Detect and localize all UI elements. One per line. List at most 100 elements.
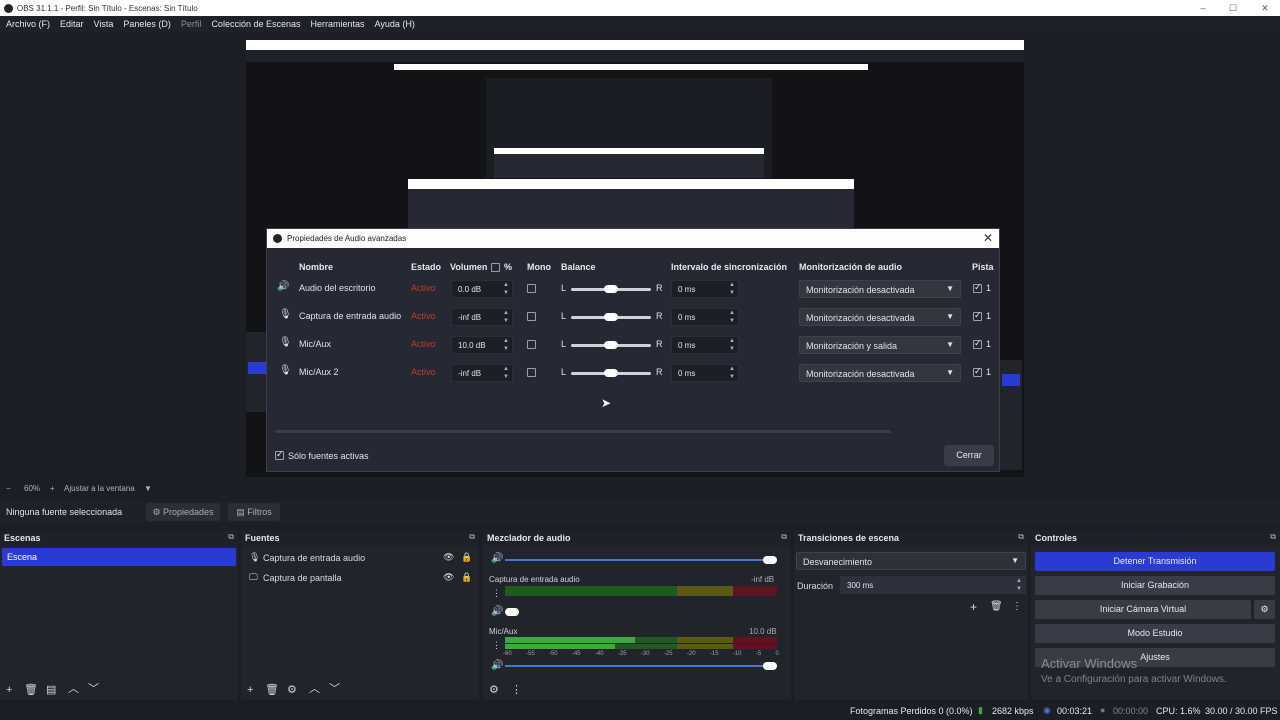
minimize-button[interactable]: –	[1188, 0, 1218, 16]
mono-checkbox[interactable]	[527, 312, 536, 321]
add-icon[interactable]: +	[970, 600, 977, 614]
monitoring-select[interactable]: Monitorización desactivada ▼	[799, 308, 961, 326]
spin-arrows-icon[interactable]: ▲ ▼	[1016, 577, 1022, 593]
menu-herramientas[interactable]: Herramientas	[311, 19, 365, 29]
trash-icon[interactable]: 🗑	[24, 683, 38, 696]
undock-icon[interactable]: ⧉	[1018, 532, 1024, 542]
speaker-icon[interactable]: 🔊	[491, 606, 503, 617]
eye-icon[interactable]: 👁	[443, 572, 454, 583]
menu-editar[interactable]: Editar	[60, 19, 84, 29]
spin-arrows-icon[interactable]: ▲ ▼	[729, 365, 735, 381]
studio-mode-button[interactable]: Modo Estudio	[1035, 624, 1275, 643]
active-only-checkbox[interactable]	[275, 449, 284, 460]
monitoring-select[interactable]: Monitorización desactivada ▼	[799, 364, 961, 382]
mono-checkbox[interactable]	[527, 284, 536, 293]
zoom-fit-select[interactable]: Ajustar a la ventana	[64, 484, 135, 493]
volume-slider[interactable]	[505, 665, 775, 667]
add-icon[interactable]: +	[6, 684, 12, 696]
start-recording-button[interactable]: Iniciar Grabación	[1035, 576, 1275, 595]
move-down-icon[interactable]: ﹀	[329, 680, 340, 696]
spin-arrows-icon[interactable]: ▲ ▼	[503, 309, 509, 325]
undock-icon[interactable]: ⧉	[228, 532, 234, 542]
kebab-menu-icon[interactable]: ⋮	[492, 588, 501, 599]
sync-spinbox[interactable]: 0 ms ▲ ▼	[671, 280, 739, 298]
balance-thumb[interactable]	[604, 285, 618, 293]
track-label: 1	[986, 283, 992, 293]
zoom-out-button[interactable]: −	[6, 484, 11, 493]
track-checkbox[interactable]	[973, 366, 982, 377]
balance-thumb[interactable]	[604, 341, 618, 349]
menu-paneles[interactable]: Paneles (D)	[123, 19, 171, 29]
sync-spinbox[interactable]: 0 ms ▲ ▼	[671, 336, 739, 354]
menu-ayuda[interactable]: Ayuda (H)	[375, 19, 415, 29]
mono-checkbox[interactable]	[527, 368, 536, 377]
source-item[interactable]: 🖵 Captura de pantalla 👁 🔒	[245, 570, 475, 588]
close-window-button[interactable]: ✕	[1250, 0, 1280, 16]
volume-slider[interactable]	[505, 559, 775, 561]
virtual-camera-settings-icon[interactable]: ⚙	[1254, 600, 1275, 619]
properties-button[interactable]: ⚙ Propiedades	[146, 503, 220, 521]
kebab-menu-icon[interactable]: ⋮	[492, 640, 501, 651]
spin-arrows-icon[interactable]: ▲ ▼	[729, 309, 735, 325]
spin-arrows-icon[interactable]: ▲ ▼	[729, 337, 735, 353]
dialog-close-icon[interactable]: ✕	[983, 231, 993, 245]
volume-spinbox[interactable]: -inf dB ▲ ▼	[451, 308, 513, 326]
track-checkbox[interactable]	[973, 310, 982, 321]
undock-icon[interactable]: ⧉	[469, 532, 475, 542]
transition-select[interactable]: Desvanecimiento ▼	[796, 552, 1026, 570]
maximize-button[interactable]: ☐	[1218, 0, 1248, 16]
speaker-icon[interactable]: 🔊	[491, 553, 503, 564]
eye-icon[interactable]: 👁	[443, 552, 454, 563]
undock-icon[interactable]: ⧉	[781, 532, 787, 542]
volume-thumb[interactable]	[763, 556, 777, 564]
undock-icon[interactable]: ⧉	[1270, 532, 1276, 542]
percent-checkbox[interactable]	[491, 263, 500, 272]
horizontal-scrollbar[interactable]	[275, 430, 891, 433]
menu-vista[interactable]: Vista	[94, 19, 114, 29]
track-checkbox[interactable]	[973, 282, 982, 293]
trash-icon[interactable]: 🗑	[990, 601, 1003, 612]
speaker-icon[interactable]: 🔊	[491, 660, 503, 671]
move-up-icon[interactable]: ︿	[68, 680, 79, 696]
monitoring-select[interactable]: Monitorización y salida ▼	[799, 336, 961, 354]
menu-coleccion[interactable]: Colección de Escenas	[211, 19, 300, 29]
close-button[interactable]: Cerrar	[944, 445, 994, 466]
balance-thumb[interactable]	[604, 369, 618, 377]
source-item[interactable]: 🎙 Captura de entrada audio 👁 🔒	[245, 550, 475, 568]
virtual-camera-button[interactable]: Iniciar Cámara Virtual	[1035, 600, 1251, 619]
sync-spinbox[interactable]: 0 ms ▲ ▼	[671, 308, 739, 326]
volume-spinbox[interactable]: -inf dB ▲ ▼	[451, 364, 513, 382]
volume-thumb[interactable]	[763, 662, 777, 670]
zoom-in-button[interactable]: +	[50, 484, 55, 493]
menu-perfil[interactable]: Perfil	[181, 19, 202, 29]
duration-spinbox[interactable]: 300 ms ▲ ▼	[840, 576, 1026, 594]
advanced-audio-icon[interactable]: ⚙	[489, 683, 499, 696]
volume-spinbox[interactable]: 10.0 dB ▲ ▼	[451, 336, 513, 354]
move-down-icon[interactable]: ﹀	[88, 680, 99, 696]
lock-icon[interactable]: 🔒	[461, 552, 472, 563]
filters-button[interactable]: ▤ Filtros	[228, 503, 280, 521]
spin-arrows-icon[interactable]: ▲ ▼	[729, 281, 735, 297]
volume-spinbox[interactable]: 0.0 dB ▲ ▼	[451, 280, 513, 298]
filter-icon[interactable]: ▤	[46, 683, 56, 696]
sync-spinbox[interactable]: 0 ms ▲ ▼	[671, 364, 739, 382]
spin-arrows-icon[interactable]: ▲ ▼	[503, 281, 509, 297]
kebab-menu-icon[interactable]: ⋮	[511, 683, 522, 696]
kebab-menu-icon[interactable]: ⋮	[1012, 601, 1022, 612]
mono-checkbox[interactable]	[527, 340, 536, 349]
move-up-icon[interactable]: ︿	[309, 680, 320, 696]
record-time: 00:00:00	[1113, 706, 1149, 716]
spin-arrows-icon[interactable]: ▲ ▼	[503, 337, 509, 353]
trash-icon[interactable]: 🗑	[265, 683, 279, 696]
lock-icon[interactable]: 🔒	[461, 572, 472, 583]
gear-icon[interactable]: ⚙	[287, 683, 297, 696]
add-icon[interactable]: +	[247, 684, 253, 696]
volume-thumb[interactable]	[505, 608, 519, 616]
scene-item[interactable]: Escena	[2, 548, 236, 566]
stop-streaming-button[interactable]: Detener Transmisión	[1035, 552, 1275, 571]
track-checkbox[interactable]	[973, 338, 982, 349]
menu-archivo[interactable]: Archivo (F)	[6, 19, 50, 29]
spin-arrows-icon[interactable]: ▲ ▼	[503, 365, 509, 381]
balance-thumb[interactable]	[604, 313, 618, 321]
monitoring-select[interactable]: Monitorización desactivada ▼	[799, 280, 961, 298]
